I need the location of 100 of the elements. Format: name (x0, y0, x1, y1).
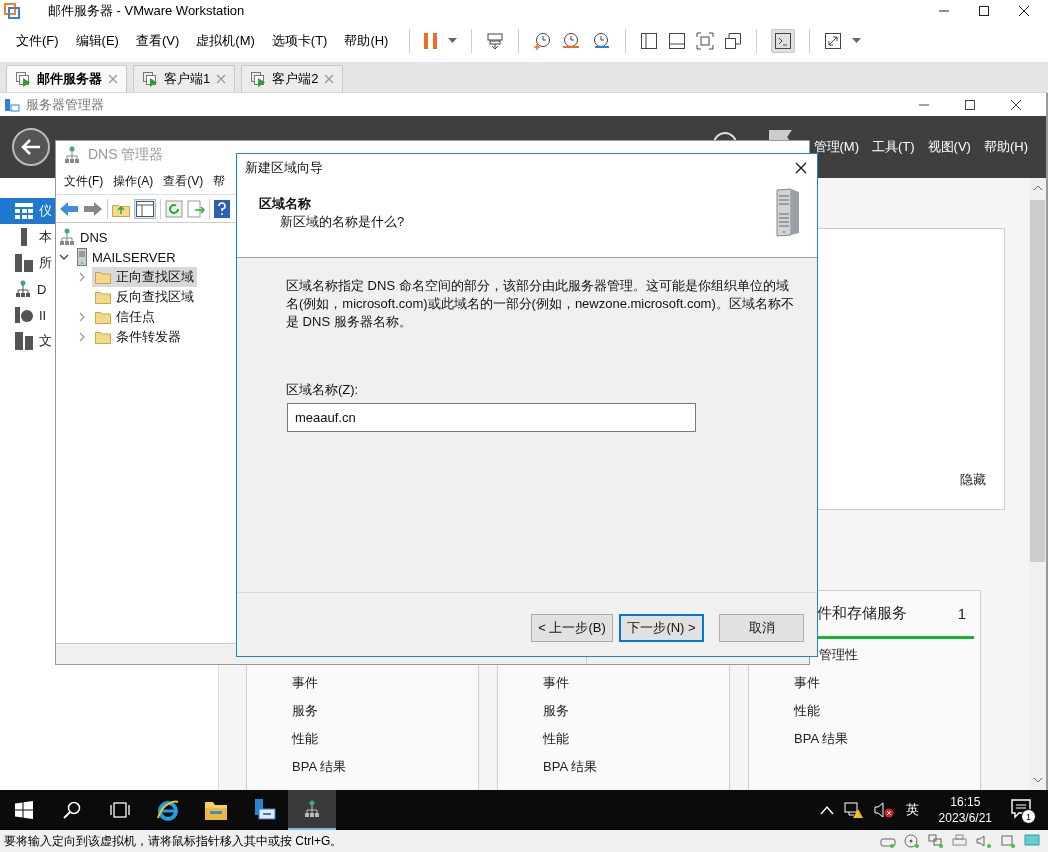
collapse-icon[interactable] (59, 252, 69, 262)
maximize-icon[interactable] (978, 5, 990, 17)
sidebar-item[interactable]: 所 (0, 250, 55, 276)
tile-link[interactable]: 性能 (794, 702, 820, 720)
menu-item[interactable]: 文件(F) (64, 172, 104, 190)
tree-item[interactable]: 正向查找区域 (92, 267, 197, 287)
back-icon[interactable] (59, 200, 79, 217)
network-warning-icon[interactable] (843, 801, 864, 819)
status-text: 要将输入定向到该虚拟机，请将鼠标指针移入其中或按 Ctrl+G。 (4, 832, 344, 850)
menu-item[interactable]: 文件(F) (12, 30, 67, 52)
flag-icon[interactable] (767, 129, 792, 140)
server-icon (77, 248, 87, 266)
thumbnail-view-icon[interactable] (668, 32, 687, 50)
menu-item[interactable]: 操作(A) (113, 172, 154, 190)
tile-link[interactable]: BPA 结果 (543, 758, 597, 776)
volume-muted-icon[interactable] (873, 801, 894, 819)
tile-link[interactable]: 服务 (292, 702, 318, 720)
menu-item[interactable]: 虚拟机(M) (192, 30, 263, 52)
folder-icon (204, 799, 228, 821)
dialog-button[interactable]: 取消 (719, 614, 804, 642)
full-screen-view-icon[interactable] (696, 32, 715, 50)
menu-item[interactable]: 选项卡(T) (267, 30, 336, 52)
vmware-logo-icon (4, 3, 20, 19)
tile-link[interactable]: 性能 (543, 730, 569, 748)
sidebar-item[interactable]: D (0, 276, 55, 302)
menu-item[interactable]: 帮助(H) (983, 138, 1028, 156)
cd-drive-icon[interactable] (904, 834, 920, 848)
dialog-title: 新建区域向导 (245, 159, 323, 177)
tile-link[interactable]: 管理性 (819, 646, 858, 664)
forward-icon[interactable] (83, 200, 103, 217)
menu-item[interactable]: 视图(V) (927, 138, 971, 156)
caret-icon[interactable] (852, 38, 862, 44)
sidebar-item[interactable]: 文 (0, 328, 55, 354)
close-tab-icon[interactable] (108, 74, 118, 84)
tile-link[interactable]: 事件 (292, 674, 318, 692)
help-icon[interactable] (214, 199, 230, 218)
hide-link[interactable]: 隐藏 (960, 471, 986, 489)
tile-link[interactable]: BPA 结果 (794, 730, 848, 748)
dialog-button[interactable]: 下一步(N) > (619, 614, 704, 642)
server-manager-icon (252, 798, 276, 822)
maximize-icon[interactable] (964, 98, 976, 111)
menu-item[interactable]: 管理(M) (813, 138, 859, 156)
servers-icon (15, 254, 33, 272)
send-keys-icon[interactable] (486, 32, 505, 50)
menu-item[interactable]: 帮 (213, 172, 226, 190)
tree-item[interactable]: 条件转发器 (92, 327, 184, 347)
sidebar-item[interactable]: 仪 (0, 198, 55, 224)
pause-icon[interactable] (424, 32, 439, 50)
menu-item[interactable]: 查看(V) (163, 172, 204, 190)
caret-icon[interactable] (448, 38, 458, 44)
dialog-button[interactable]: < 上一步(B) (531, 614, 613, 642)
tree-item[interactable]: MAILSERVER (74, 247, 179, 267)
zone-name-field[interactable]: meaauf.cn (287, 403, 696, 432)
expand-icon[interactable] (77, 272, 87, 282)
unity-view-icon[interactable] (724, 32, 743, 50)
tile-title[interactable]: 件和存储服务 (817, 604, 958, 623)
tab[interactable]: 客户端2 (241, 65, 344, 92)
tab[interactable]: 邮件服务器 (6, 65, 127, 92)
expand-icon[interactable] (77, 312, 87, 322)
folder-icon (95, 290, 111, 304)
tab[interactable]: 客户端1 (133, 65, 236, 92)
snapshot-manager-icon[interactable] (591, 32, 612, 50)
close-icon[interactable] (1010, 98, 1022, 111)
back-button[interactable] (12, 128, 50, 166)
sidebar-item[interactable]: 本 (0, 224, 55, 250)
clock[interactable]: 16:15 2023/6/21 (938, 794, 992, 826)
notification-button[interactable]: 1 (1010, 798, 1034, 822)
tree-item[interactable]: 信任点 (92, 307, 158, 327)
window-title: DNS 管理器 (88, 145, 164, 164)
tile-link[interactable]: BPA 结果 (292, 758, 346, 776)
tile-link[interactable]: 性能 (292, 730, 318, 748)
window-title: 服务器管理器 (26, 95, 105, 114)
tile-link[interactable]: 事件 (794, 674, 820, 692)
revert-snapshot-icon[interactable] (561, 32, 582, 50)
export-list-icon[interactable] (187, 199, 205, 218)
input-language[interactable]: 英 (905, 801, 919, 819)
menu-item[interactable]: 工具(T) (872, 138, 915, 156)
taskbar-app[interactable] (288, 790, 336, 830)
sound-icon[interactable] (976, 834, 992, 848)
sidebar-item[interactable]: II (0, 302, 55, 328)
tree-item[interactable]: DNS (56, 227, 111, 247)
menu-item[interactable]: 查看(V) (131, 30, 188, 52)
chevron-up-icon[interactable] (819, 805, 834, 815)
server-manager-icon (4, 96, 20, 113)
network-adapter-icon[interactable] (928, 834, 944, 848)
tile-link[interactable]: 服务 (543, 702, 569, 720)
close-icon[interactable] (795, 162, 807, 174)
tree-toggle-button[interactable] (134, 198, 156, 219)
tile-link[interactable]: 事件 (543, 674, 569, 692)
close-icon[interactable] (1018, 5, 1030, 17)
menu-item[interactable]: 编辑(E) (71, 30, 127, 52)
tree-item[interactable]: 反向查找区域 (92, 287, 197, 307)
sidebar-view-icon[interactable] (640, 32, 659, 50)
scrollbar-thumb[interactable] (1030, 200, 1045, 562)
stretch-icon[interactable] (824, 32, 843, 50)
snapshot-icon[interactable] (533, 32, 552, 50)
expand-icon[interactable] (77, 332, 87, 342)
dns-manager-icon (64, 145, 80, 164)
menu-item[interactable]: 帮助(H) (340, 30, 397, 52)
console-view-button[interactable] (771, 29, 796, 53)
